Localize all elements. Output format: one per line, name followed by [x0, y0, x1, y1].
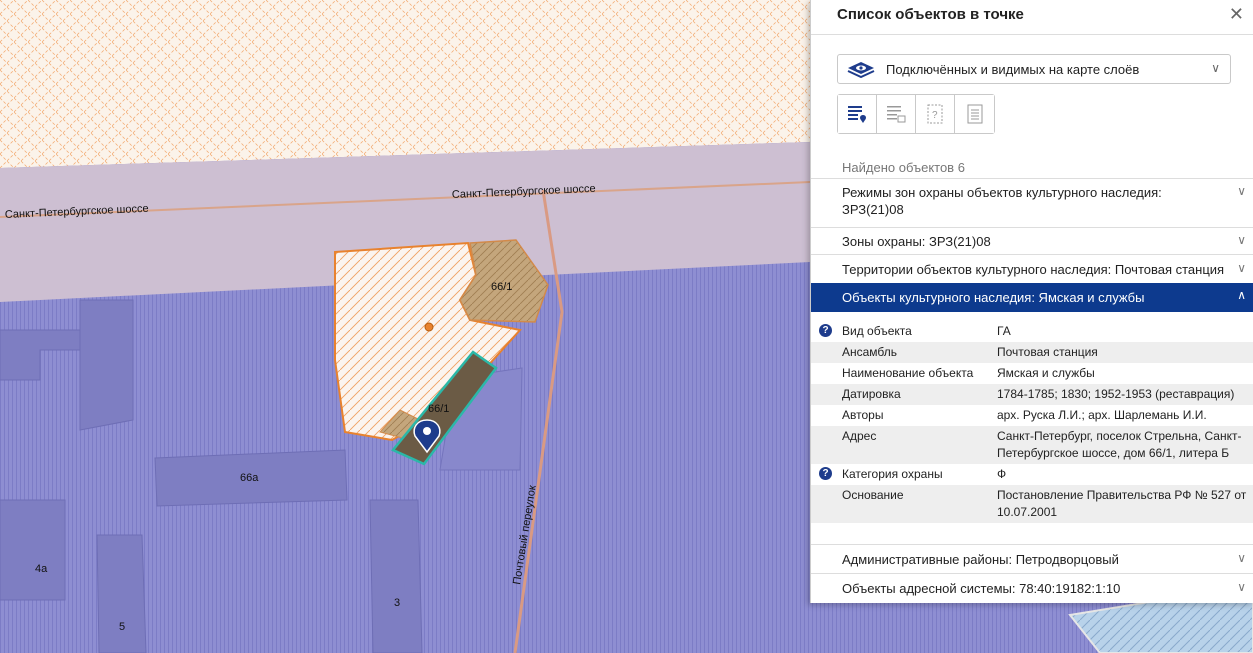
building-label: 66/1 [428, 403, 449, 415]
close-icon[interactable]: ✕ [1229, 4, 1244, 25]
attribute-row: Основание Постановление Правительства РФ… [811, 485, 1253, 523]
building-label: 3 [394, 597, 400, 609]
attribute-key: Наименование объекта [842, 366, 974, 380]
attribute-key: Авторы [842, 408, 884, 422]
section-protection-zones[interactable]: Зоны охраны: ЗРЗ(21)08 ∨ [811, 227, 1253, 254]
chevron-down-icon: ∨ [1211, 61, 1220, 75]
list-view-button[interactable] [838, 95, 877, 133]
section-address-objects[interactable]: Объекты адресной системы: 78:40:19182:1:… [811, 573, 1253, 603]
attribute-row: Авторы арх. Руска Л.И.; арх. Шарлемань И… [811, 405, 1253, 426]
document-view-button[interactable] [955, 95, 994, 133]
help-icon[interactable]: ? [819, 324, 832, 337]
building-label: 66/1 [491, 281, 512, 293]
chevron-down-icon: ∨ [1237, 233, 1246, 247]
object-list-panel: Список объектов в точке ✕ Подключённых и… [810, 0, 1253, 603]
building [79, 299, 134, 431]
chevron-down-icon: ∨ [1237, 184, 1246, 198]
divider [811, 34, 1253, 35]
attribute-key: Основание [842, 488, 904, 502]
layer-select-value: Подключённых и видимых на карте слоёв [886, 61, 1140, 77]
building [96, 534, 147, 653]
building-label: 5 [119, 621, 125, 633]
building-label: 4а [35, 563, 48, 575]
attribute-row: Датировка 1784-1785; 1830; 1952-1953 (ре… [811, 384, 1253, 405]
attribute-value: Почтовая станция [997, 345, 1098, 359]
building [0, 499, 66, 601]
section-admin-districts[interactable]: Административные районы: Петродворцовый … [811, 544, 1253, 573]
attribute-key: Вид объекта [842, 324, 912, 338]
attribute-row: ? Категория охраны Ф [811, 464, 1253, 485]
attribute-key: Датировка [842, 387, 901, 401]
section-heritage-territories[interactable]: Территории объектов культурного наследия… [811, 254, 1253, 283]
chevron-down-icon: ∨ [1237, 580, 1246, 594]
view-toolbar: ? [837, 94, 995, 134]
chevron-up-icon: ∧ [1237, 288, 1246, 302]
section-label: Зоны охраны: ЗРЗ(21)08 [842, 234, 991, 249]
section-heritage-objects[interactable]: Объекты культурного наследия: Ямская и с… [811, 283, 1253, 312]
svg-text:?: ? [932, 110, 938, 121]
section-label: Режимы зон охраны объектов культурного н… [842, 185, 1162, 217]
chevron-down-icon: ∨ [1237, 261, 1246, 275]
found-count: Найдено объектов 6 [842, 160, 965, 175]
layers-icon [847, 62, 875, 78]
panel-title: Список объектов в точке [837, 6, 1024, 23]
section-label: Административные районы: Петродворцовый [842, 552, 1119, 567]
attribute-key: Адрес [842, 429, 877, 443]
table-view-button[interactable] [877, 95, 916, 133]
document-icon [967, 104, 982, 124]
question-frame-icon: ? [927, 104, 943, 124]
section-label: Объекты культурного наследия: Ямская и с… [842, 290, 1145, 305]
attribute-row: Наименование объекта Ямская и службы [811, 363, 1253, 384]
building [369, 499, 423, 653]
chevron-down-icon: ∨ [1237, 551, 1246, 565]
building-label: 66а [240, 472, 259, 484]
table-icon [887, 106, 906, 123]
list-pin-icon [848, 106, 866, 123]
attribute-row: Адрес Санкт-Петербург, поселок Стрельна,… [811, 426, 1253, 464]
attribute-value: арх. Руска Л.И.; арх. Шарлемань И.И. [997, 408, 1207, 422]
attribute-value: Санкт-Петербург, поселок Стрельна, Санкт… [997, 429, 1242, 460]
attribute-key: Ансамбль [842, 345, 898, 359]
section-label: Объекты адресной системы: 78:40:19182:1:… [842, 581, 1121, 596]
help-view-button[interactable]: ? [916, 95, 955, 133]
attribute-value: Ямская и службы [997, 366, 1095, 380]
attribute-row: Ансамбль Почтовая станция [811, 342, 1253, 363]
help-icon[interactable]: ? [819, 467, 832, 480]
section-label: Территории объектов культурного наследия… [842, 262, 1225, 277]
layer-select[interactable]: Подключённых и видимых на карте слоёв ∨ [837, 54, 1231, 84]
attribute-value: ГА [997, 324, 1011, 338]
attribute-value: Ф [997, 467, 1007, 481]
attribute-value: 1784-1785; 1830; 1952-1953 (реставрация) [997, 387, 1235, 401]
attribute-row: ? Вид объекта ГА [811, 321, 1253, 342]
point-marker [424, 322, 434, 332]
attribute-value: Постановление Правительства РФ № 527 от … [997, 488, 1247, 519]
section-heritage-zone-modes[interactable]: Режимы зон охраны объектов культурного н… [811, 178, 1253, 227]
attribute-key: Категория охраны [842, 467, 943, 481]
protection-zone-area [0, 0, 810, 168]
